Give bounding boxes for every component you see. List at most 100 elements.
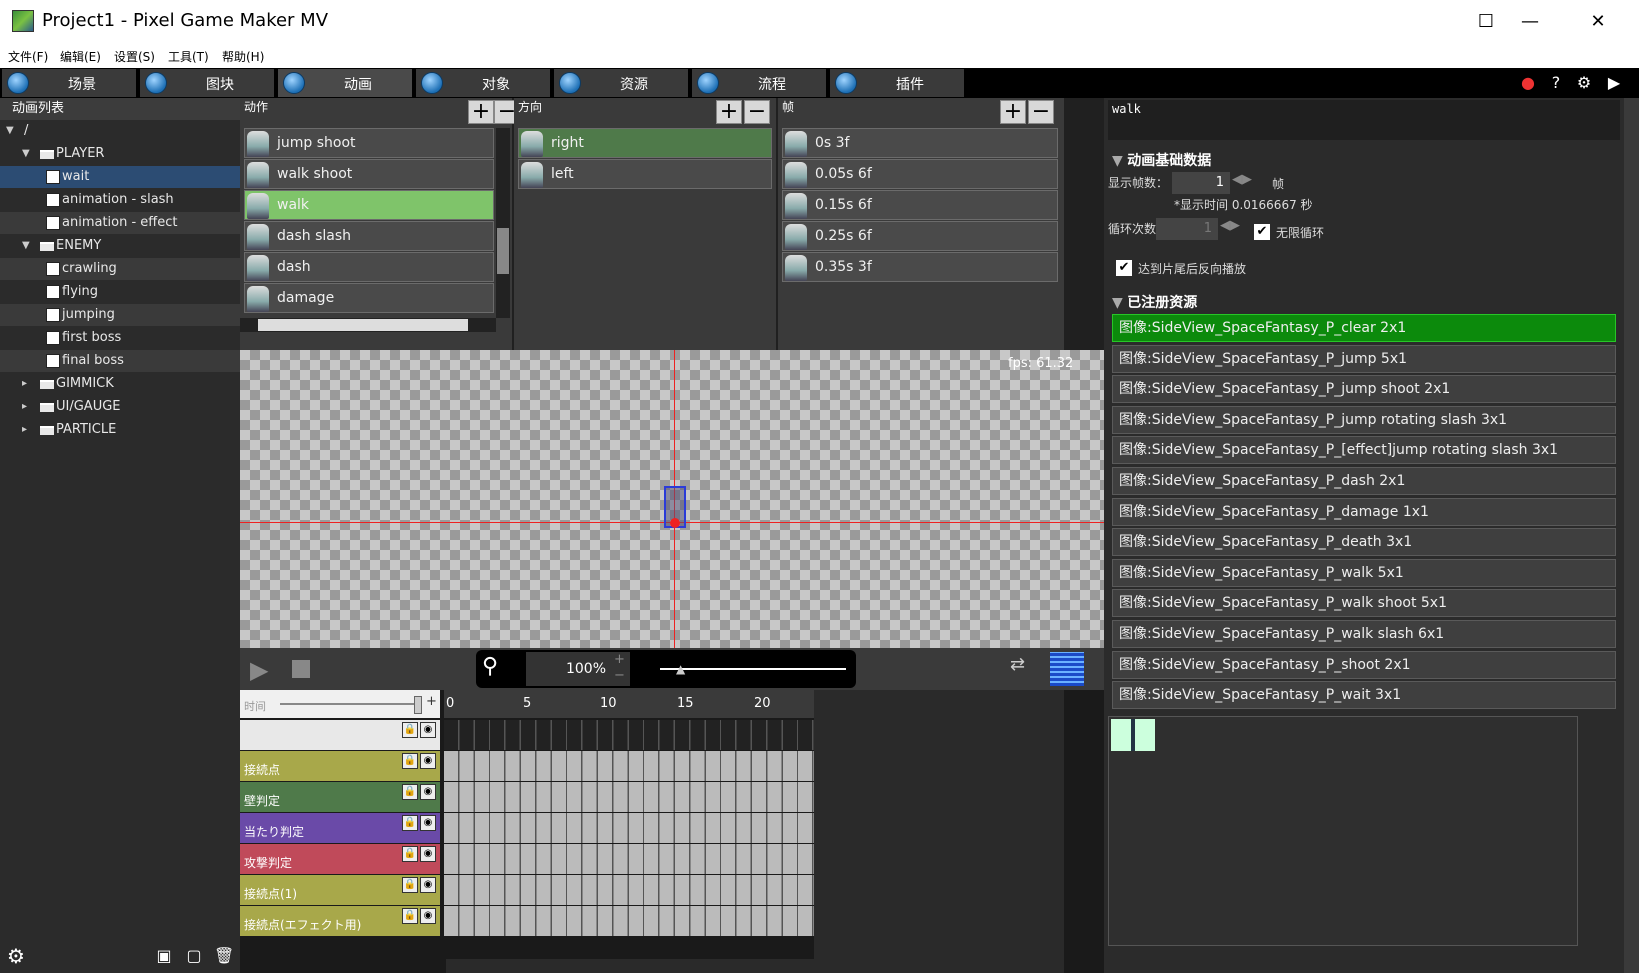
chevron-right-icon[interactable]: ▸ [22, 396, 27, 418]
spin-left-icon[interactable]: ◀▶ [1232, 172, 1252, 187]
scroll-thumb[interactable] [497, 228, 509, 274]
menu-help[interactable]: 帮助(H) [222, 48, 264, 65]
remove-direction-button[interactable]: − [744, 100, 770, 124]
resource-item[interactable]: 图像:SideView_SpaceFantasy_P_jump 5x1 [1112, 344, 1616, 373]
frame-cells[interactable] [444, 844, 814, 874]
lock-icon[interactable]: 🔒 [402, 784, 418, 800]
record-icon[interactable]: ● [1518, 73, 1538, 93]
view-toggle-icon[interactable]: ⇄ [1010, 654, 1042, 682]
time-slider-thumb[interactable] [414, 696, 422, 714]
frame-cells[interactable] [444, 720, 814, 750]
chevron-right-icon[interactable]: ▸ [22, 419, 27, 441]
chevron-down-icon[interactable]: ▼ [22, 143, 30, 165]
basic-data-section[interactable]: ▼ 动画基础数据 [1112, 150, 1211, 170]
lock-icon[interactable]: 🔒 [402, 815, 418, 831]
frame-cells[interactable] [444, 906, 814, 936]
resource-item[interactable]: 图像:SideView_SpaceFantasy_P_[effect]jump … [1112, 436, 1616, 465]
minimize-button[interactable]: — [1510, 8, 1550, 36]
preview-canvas[interactable]: fps: 61.32 [240, 350, 1104, 648]
stop-icon[interactable] [292, 660, 310, 678]
tree-item[interactable]: animation - effect [0, 212, 240, 234]
resource-item[interactable]: 图像:SideView_SpaceFantasy_P_dash 2x1 [1112, 467, 1616, 495]
actions-scrollbar[interactable] [496, 128, 510, 318]
chevron-right-icon[interactable]: ▸ [22, 373, 27, 395]
reverse-play-checkbox[interactable]: ✔ [1116, 260, 1132, 276]
actions-item[interactable]: jump shoot [244, 128, 494, 158]
actions-item[interactable]: walk shoot [244, 159, 494, 189]
menu-tools[interactable]: 工具(T) [168, 48, 209, 65]
right-scrollbar[interactable] [1624, 98, 1639, 973]
zoom-icon[interactable]: ⚲ [482, 654, 498, 679]
tree-item[interactable]: ▼ PLAYER [0, 143, 240, 165]
tab-animation[interactable]: 动画 [278, 69, 414, 97]
resource-item[interactable]: 图像:SideView_SpaceFantasy_P_jump shoot 2x… [1112, 375, 1616, 404]
frames-item[interactable]: 0.05s 6f [782, 159, 1058, 189]
spin-arrows-icon[interactable]: ◀▶ [1220, 218, 1240, 233]
tree-item[interactable]: jumping [0, 304, 240, 326]
directions-item[interactable]: right [518, 128, 772, 158]
add-frame-button[interactable]: + [1000, 100, 1026, 124]
frames-item[interactable]: 0.35s 3f [782, 252, 1058, 282]
actions-hscrollbar[interactable] [240, 318, 496, 332]
frames-item[interactable]: 0s 3f [782, 128, 1058, 158]
eye-icon[interactable]: ◉ [420, 846, 436, 862]
sprite-thumbnail[interactable] [1111, 719, 1155, 751]
play-icon[interactable]: ▶ [1604, 73, 1624, 93]
gear-icon[interactable]: ⚙ [1574, 73, 1594, 93]
tree-item[interactable]: ▸ GIMMICK [0, 373, 240, 395]
remove-frame-button[interactable]: − [1028, 100, 1054, 124]
plus-icon[interactable]: + [426, 694, 437, 709]
timeline-vscrollbar[interactable] [1048, 730, 1062, 960]
tree-item[interactable]: wait [0, 166, 240, 188]
grid-icon[interactable] [1050, 652, 1084, 686]
lock-icon[interactable]: 🔒 [402, 877, 418, 893]
timeline-layer[interactable]: 攻撃判定 🔒 ◉ [240, 844, 440, 874]
timeline-layer[interactable]: 接続点 🔒 ◉ [240, 751, 440, 781]
zoom-slider-thumb[interactable]: ▲ [676, 662, 685, 676]
directions-item[interactable]: left [518, 159, 772, 189]
tree-item[interactable]: first boss [0, 327, 240, 349]
tab-object[interactable]: 对象 [416, 69, 552, 97]
frame-cells[interactable] [444, 782, 814, 812]
registered-resources-section[interactable]: ▼ 已注册资源 [1112, 292, 1197, 312]
tab-scene[interactable]: 场景 [2, 69, 138, 97]
tab-resource[interactable]: 资源 [554, 69, 690, 97]
actions-item[interactable]: dash [244, 252, 494, 282]
zoom-minus-icon[interactable]: − [614, 668, 625, 683]
time-slider[interactable] [280, 703, 420, 705]
gear-icon[interactable]: ⚙ [6, 946, 26, 966]
tree-item[interactable]: ▸ UI/GAUGE [0, 396, 240, 418]
resource-item[interactable]: 图像:SideView_SpaceFantasy_P_wait 3x1 [1112, 681, 1616, 710]
close-button[interactable]: ✕ [1578, 8, 1618, 36]
frame-cells[interactable] [444, 751, 814, 781]
resource-item[interactable]: 图像:SideView_SpaceFantasy_P_shoot 2x1 [1112, 650, 1616, 679]
resource-item[interactable]: 图像:SideView_SpaceFantasy_P_walk slash 6x… [1112, 620, 1616, 648]
timeline-hscrollbar[interactable] [446, 959, 1036, 973]
zoom-field[interactable]: 100% + − [526, 652, 630, 686]
actions-item[interactable]: damage [244, 283, 494, 313]
tree-item[interactable]: ▼ / [0, 120, 240, 142]
resource-item[interactable]: 图像:SideView_SpaceFantasy_P_walk 5x1 [1112, 558, 1616, 587]
origin-marker[interactable] [670, 518, 680, 528]
actions-item[interactable]: dash slash [244, 221, 494, 251]
resource-item[interactable]: 图像:SideView_SpaceFantasy_P_clear 2x1 [1112, 314, 1616, 342]
menu-settings[interactable]: 设置(S) [114, 48, 155, 65]
play-icon[interactable]: ▶ [250, 656, 268, 684]
timeline-layer[interactable]: 接続点(1) 🔒 ◉ [240, 875, 440, 905]
tree-item[interactable]: final boss [0, 350, 240, 372]
resource-item[interactable]: 图像:SideView_SpaceFantasy_P_death 3x1 [1112, 528, 1616, 557]
resource-item[interactable]: 图像:SideView_SpaceFantasy_P_damage 1x1 [1112, 497, 1616, 526]
resource-item[interactable]: 图像:SideView_SpaceFantasy_P_jump rotating… [1112, 405, 1616, 434]
tree-item[interactable]: flying [0, 281, 240, 303]
add-folder-icon[interactable]: ▣ [154, 946, 174, 966]
timeline-layer[interactable]: 接続点(エフェクト用) 🔒 ◉ [240, 906, 440, 936]
chevron-down-icon[interactable]: ▼ [22, 235, 30, 257]
infinite-loop-checkbox[interactable]: ✔ [1254, 224, 1270, 240]
maximize-button[interactable]: ☐ [1466, 8, 1506, 36]
actions-item[interactable]: walk [244, 190, 494, 220]
tree-item[interactable]: animation - slash [0, 189, 240, 211]
eye-icon[interactable]: ◉ [420, 815, 436, 831]
add-file-icon[interactable]: ▢ [184, 946, 204, 966]
timeline-layer[interactable]: 壁判定 🔒 ◉ [240, 782, 440, 812]
trash-icon[interactable]: 🗑 [214, 946, 234, 966]
